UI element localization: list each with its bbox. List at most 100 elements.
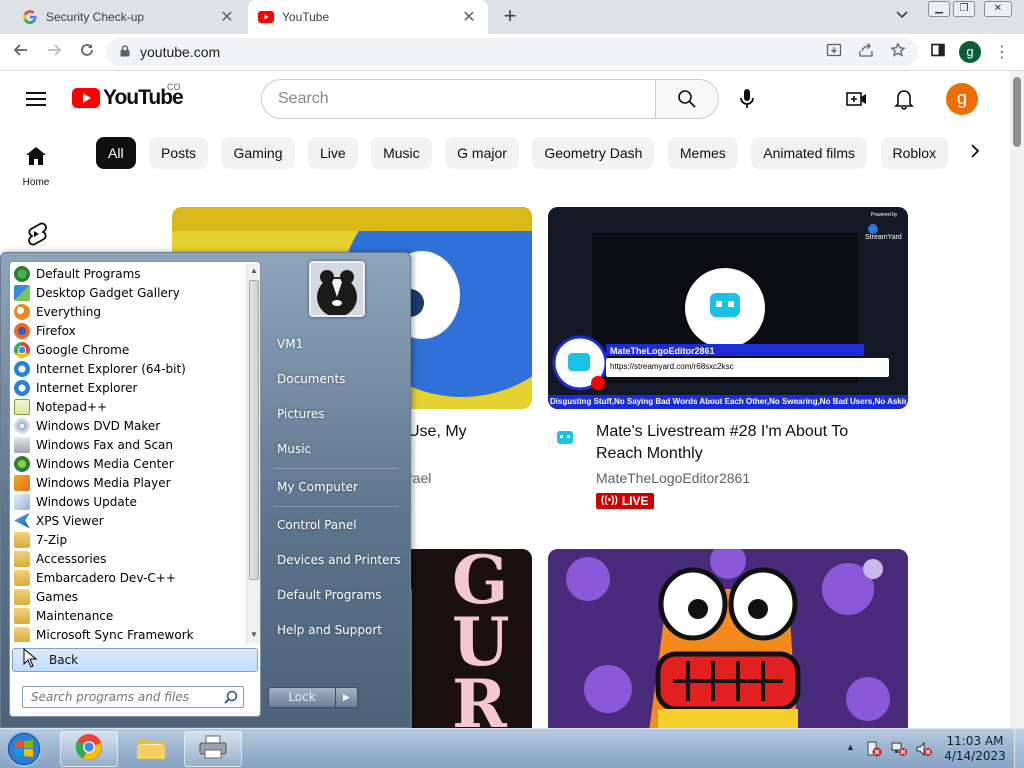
scroll-up-arrow-icon[interactable]: ▲	[250, 266, 258, 275]
start-item-user-folder[interactable]: VM1	[269, 329, 405, 359]
start-item-pictures[interactable]: Pictures	[269, 399, 405, 429]
youtube-logo[interactable]: YouTube CO	[72, 82, 184, 110]
program-item[interactable]: Notepad++	[12, 397, 246, 416]
shorts-icon[interactable]	[25, 222, 47, 251]
more-vert-icon[interactable]: ⋮	[994, 42, 1010, 62]
bookmark-star-icon[interactable]	[888, 42, 908, 62]
tab-security-checkup[interactable]: Security Check-up ✕	[8, 0, 246, 34]
program-item[interactable]: Internet Explorer (64-bit)	[12, 359, 246, 378]
video-thumbnail[interactable]: MateTheLogoEditor2861 https://streamyard…	[548, 207, 908, 409]
chip-music[interactable]: Music	[371, 137, 432, 169]
volume-muted-icon[interactable]	[916, 741, 932, 757]
youtube-account-avatar[interactable]: g	[946, 83, 978, 115]
chip-live[interactable]: Live	[307, 137, 358, 169]
chip-posts[interactable]: Posts	[149, 137, 209, 169]
tab-youtube[interactable]: YouTube ✕	[248, 0, 488, 34]
start-item-devices-and-printers[interactable]: Devices and Printers	[269, 545, 405, 575]
lock-icon[interactable]	[120, 44, 130, 60]
profile-avatar[interactable]: g	[959, 41, 981, 63]
network-disconnected-icon[interactable]	[891, 741, 907, 757]
tab-search-chevron-icon[interactable]	[896, 8, 908, 22]
side-panel-icon[interactable]	[928, 42, 948, 62]
system-clock[interactable]: 11:03 AM 4/14/2023	[940, 734, 1010, 764]
hamburger-menu-icon[interactable]	[26, 88, 46, 110]
back-button[interactable]: Back	[12, 648, 258, 672]
user-account-picture[interactable]	[309, 261, 365, 317]
taskbar-chrome[interactable]	[60, 731, 118, 767]
taskbar-explorer[interactable]	[122, 731, 180, 767]
program-item[interactable]: Games	[12, 587, 246, 606]
scrollbar-thumb[interactable]	[249, 280, 259, 580]
forward-arrow-icon[interactable]	[42, 41, 66, 65]
program-item[interactable]: Maintenance	[12, 606, 246, 625]
taskbar-printer[interactable]	[184, 731, 242, 767]
chip-gaming[interactable]: Gaming	[221, 137, 295, 169]
channel-name[interactable]: rael	[408, 470, 431, 486]
chip-g-major[interactable]: G major	[445, 137, 519, 169]
start-item-help-and-support[interactable]: Help and Support	[269, 615, 405, 645]
page-scrollbar[interactable]	[1010, 71, 1024, 728]
start-search-input[interactable]	[22, 686, 244, 708]
program-item[interactable]: Google Chrome	[12, 340, 246, 359]
program-item[interactable]: Default Programs	[12, 264, 246, 283]
create-video-icon[interactable]	[845, 87, 869, 111]
scroll-down-arrow-icon[interactable]: ▼	[250, 630, 258, 639]
start-item-control-panel[interactable]: Control Panel	[269, 510, 405, 540]
thumbnail-brand: StreamYard	[865, 234, 902, 241]
chip-animated-films[interactable]: Animated films	[751, 137, 868, 169]
program-list-scrollbar[interactable]: ▲ ▼	[246, 264, 260, 644]
program-item[interactable]: XPS Viewer	[12, 511, 246, 530]
program-item[interactable]: Firefox	[12, 321, 246, 340]
start-item-music[interactable]: Music	[269, 434, 405, 464]
start-item-documents[interactable]: Documents	[269, 364, 405, 394]
program-item[interactable]: Desktop Gadget Gallery	[12, 283, 246, 302]
install-app-icon[interactable]	[824, 42, 844, 62]
program-item[interactable]: Embarcadero Dev-C++	[12, 568, 246, 587]
close-tab-icon[interactable]: ✕	[216, 7, 238, 27]
program-item[interactable]: Everything	[12, 302, 246, 321]
start-button[interactable]	[4, 730, 44, 768]
video-thumbnail[interactable]	[548, 549, 908, 739]
chip-geometry-dash[interactable]: Geometry Dash	[532, 137, 655, 169]
program-item[interactable]: Accessories	[12, 549, 246, 568]
show-desktop-button[interactable]	[1014, 729, 1024, 768]
show-hidden-icons-arrow-icon[interactable]: ▲	[846, 742, 855, 752]
restore-button[interactable]: ❐	[953, 1, 975, 17]
address-bar[interactable]: youtube.com	[106, 38, 918, 66]
program-item[interactable]: Windows DVD Maker	[12, 416, 246, 435]
close-window-button[interactable]: ✕	[984, 1, 1012, 17]
back-arrow-icon[interactable]	[9, 41, 33, 65]
search-button[interactable]	[655, 79, 719, 119]
channel-name[interactable]: MateTheLogoEditor2861	[596, 470, 750, 486]
minimize-button[interactable]: ▁	[928, 1, 950, 17]
program-item[interactable]: Microsoft Sync Framework	[12, 625, 246, 642]
notifications-bell-icon[interactable]	[892, 87, 916, 111]
reload-icon[interactable]	[75, 41, 99, 65]
video-title[interactable]: Mate's Livestream #28 I'm About To Reach…	[596, 421, 896, 465]
program-item[interactable]: Windows Fax and Scan	[12, 435, 246, 454]
scrollbar-thumb[interactable]	[1013, 77, 1021, 147]
chip-roblox[interactable]: Roblox	[880, 137, 949, 169]
video-title[interactable]: Use, My	[408, 421, 467, 443]
lock-button[interactable]: Lock	[268, 687, 336, 708]
action-center-warning-icon[interactable]	[866, 741, 882, 757]
program-item[interactable]: Windows Update	[12, 492, 246, 511]
chip-all[interactable]: All	[96, 137, 136, 169]
start-item-my-computer[interactable]: My Computer	[269, 472, 405, 502]
search-icon[interactable]	[224, 690, 238, 709]
program-item[interactable]: Windows Media Center	[12, 454, 246, 473]
shutdown-options-arrow-icon[interactable]: ▶	[336, 687, 358, 708]
share-icon[interactable]	[856, 42, 876, 62]
program-item[interactable]: 7-Zip	[12, 530, 246, 549]
new-tab-button[interactable]: +	[498, 5, 522, 29]
program-item[interactable]: Internet Explorer	[12, 378, 246, 397]
chevron-right-icon[interactable]	[970, 143, 980, 164]
chip-memes[interactable]: Memes	[667, 137, 738, 169]
program-item[interactable]: Windows Media Player	[12, 473, 246, 492]
microphone-icon[interactable]	[735, 87, 759, 111]
guide-item-home[interactable]: Home	[12, 146, 60, 188]
start-item-default-programs[interactable]: Default Programs	[269, 580, 405, 610]
close-tab-icon[interactable]: ✕	[458, 7, 480, 27]
channel-avatar[interactable]	[556, 430, 574, 451]
search-input[interactable]	[261, 79, 656, 119]
